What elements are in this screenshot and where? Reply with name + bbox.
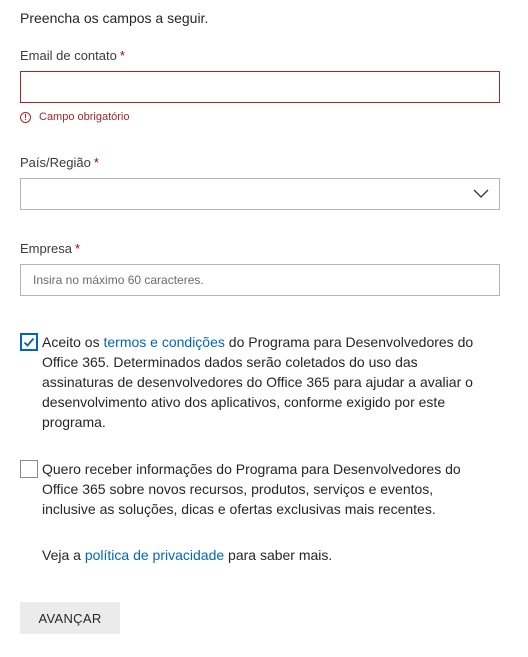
privacy-text-after: para saber mais. — [224, 547, 333, 563]
company-field-wrapper — [20, 264, 500, 296]
country-select[interactable] — [20, 178, 500, 210]
newsletter-text: Quero receber informações do Programa pa… — [42, 461, 461, 517]
terms-text-before: Aceito os — [42, 334, 104, 350]
terms-text: Aceito os termos e condições do Programa… — [42, 332, 482, 432]
company-required-mark: * — [75, 241, 81, 256]
email-input[interactable] — [21, 72, 499, 102]
privacy-note: Veja a política de privacidade para sabe… — [42, 547, 332, 563]
company-label: Empresa * — [20, 241, 80, 256]
email-error: ! Campo obrigatório — [20, 111, 130, 123]
terms-row: Aceito os termos e condições do Programa… — [20, 332, 500, 432]
company-input[interactable] — [21, 265, 499, 295]
privacy-text-before: Veja a — [42, 547, 85, 563]
email-required-mark: * — [119, 48, 125, 63]
chevron-down-icon — [473, 189, 489, 198]
terms-checkbox[interactable] — [20, 333, 38, 351]
company-label-text: Empresa — [20, 241, 73, 256]
email-label: Email de contato * — [20, 48, 125, 63]
email-field-wrapper — [20, 71, 500, 103]
email-label-text: Email de contato — [20, 48, 117, 63]
newsletter-row: Quero receber informações do Programa pa… — [20, 459, 500, 519]
next-button[interactable]: AVANÇAR — [20, 602, 120, 634]
email-error-text: Campo obrigatório — [39, 111, 130, 123]
checkmark-icon — [23, 337, 35, 347]
country-label: País/Região * — [20, 155, 99, 170]
newsletter-checkbox[interactable] — [20, 460, 38, 478]
country-required-mark: * — [93, 155, 99, 170]
terms-link[interactable]: termos e condições — [103, 334, 224, 350]
form-intro: Preencha os campos a seguir. — [20, 10, 209, 26]
privacy-link[interactable]: política de privacidade — [85, 547, 224, 563]
error-icon: ! — [20, 111, 31, 123]
country-label-text: País/Região — [20, 155, 91, 170]
